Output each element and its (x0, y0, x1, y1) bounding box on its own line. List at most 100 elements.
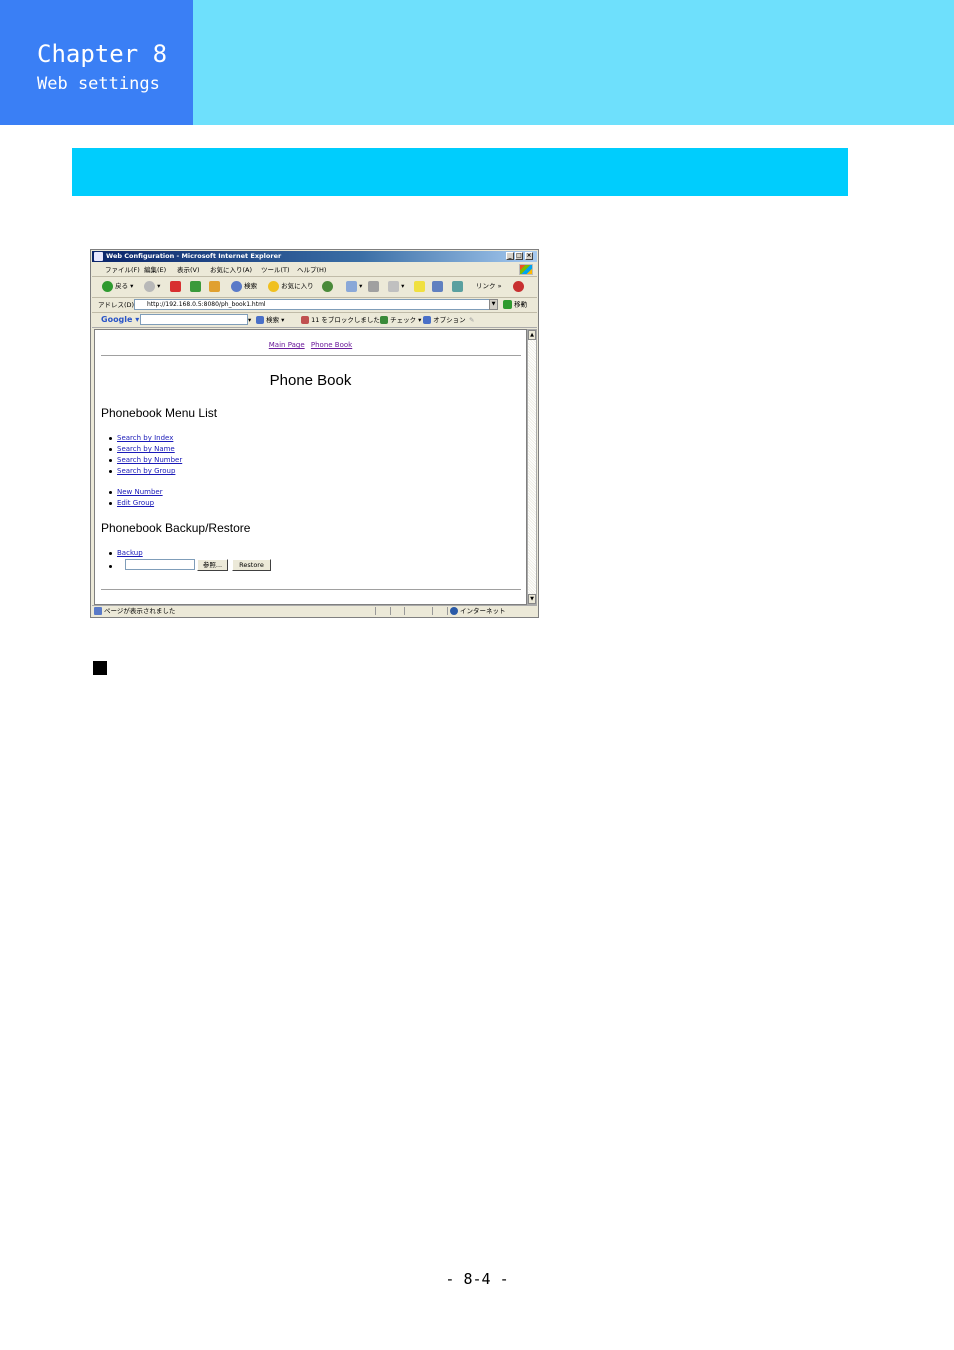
menu-favorites[interactable]: お気に入り(A) (210, 266, 252, 274)
messenger-icon (432, 280, 443, 292)
bottom-divider (101, 589, 521, 590)
favorites-button[interactable]: お気に入り (268, 280, 314, 293)
page-title: Phone Book (269, 372, 352, 389)
links-label: リンク (476, 282, 496, 290)
notes-button[interactable] (414, 280, 425, 293)
menu-edit[interactable]: 編集(E) (144, 266, 166, 274)
menu-file[interactable]: ファイル(F) (105, 266, 140, 274)
scroll-up-arrow-icon[interactable]: ▲ (528, 330, 536, 340)
ie-app-icon (94, 252, 103, 261)
home-button[interactable] (209, 280, 220, 293)
address-dropdown-button[interactable]: ▼ (489, 299, 498, 310)
mail-button[interactable]: ▾ (346, 280, 362, 293)
vertical-scrollbar[interactable]: ▲ ▼ (527, 329, 537, 605)
maximize-button[interactable]: □ (515, 252, 523, 260)
menu-help[interactable]: ヘルプ(H) (297, 266, 326, 274)
options-button[interactable]: オプション (423, 316, 466, 324)
pencil-icon[interactable]: ✎ (469, 316, 474, 324)
back-arrow-icon (102, 280, 113, 292)
options-label: オプション (433, 316, 466, 324)
status-divider (375, 607, 376, 615)
status-divider (404, 607, 405, 615)
spell-check-button[interactable]: チェック ▾ (380, 316, 421, 324)
history-button[interactable] (322, 280, 333, 293)
status-bar: ページが表示されました インターネット (92, 605, 537, 617)
ie-extra-button[interactable] (513, 280, 524, 293)
messenger-button[interactable] (432, 280, 443, 293)
stop-button[interactable] (170, 280, 181, 293)
edit-button[interactable]: ▾ (388, 280, 404, 293)
home-icon (209, 280, 220, 292)
minimize-button[interactable]: _ (506, 252, 514, 260)
link-backup[interactable]: Backup (109, 548, 143, 558)
chapter-title: Chapter 8 (37, 40, 168, 68)
browse-button[interactable]: 参照... (197, 559, 228, 571)
forward-arrow-icon (144, 280, 155, 292)
print-icon (368, 280, 379, 292)
link-search-by-group[interactable]: Search by Group (108, 466, 175, 476)
menu-tools[interactable]: ツール(T) (261, 266, 290, 274)
chapter-header-box: Chapter 8 Web settings (0, 0, 193, 125)
restore-button[interactable]: Restore (232, 559, 271, 571)
link-edit-group[interactable]: Edit Group (108, 498, 154, 508)
menu-bar: ファイル(F) 編集(E) 表示(V) お気に入り(A) ツール(T) ヘルプ(… (92, 263, 537, 277)
google-logo-text: Google (101, 315, 133, 324)
forward-button[interactable]: ▾ (144, 280, 160, 293)
link-search-by-name[interactable]: Search by Name (109, 444, 175, 454)
links-button[interactable]: リンク » (476, 280, 502, 293)
print-button[interactable] (368, 280, 379, 293)
page-viewport: Main Page Phone Book Phone Book Phoneboo… (94, 329, 527, 605)
stop-icon (170, 280, 181, 292)
nav-link-main-page[interactable]: Main Page (269, 341, 305, 349)
refresh-icon (190, 280, 201, 292)
history-icon (322, 280, 333, 292)
scroll-down-arrow-icon[interactable]: ▼ (528, 594, 536, 604)
internet-zone-icon (450, 607, 458, 615)
google-search-input[interactable] (140, 314, 248, 325)
backup-heading: Phonebook Backup/Restore (101, 521, 251, 535)
browser-window: Web Configuration - Microsoft Internet E… (90, 249, 539, 618)
spell-check-label: チェック (390, 316, 417, 324)
back-button[interactable]: 戻る ▾ (102, 280, 133, 293)
chapter-subtitle: Web settings (37, 74, 160, 94)
address-input[interactable]: http://192.168.0.5:8080/ph_book1.html (134, 299, 498, 310)
address-bar: アドレス(D) http://192.168.0.5:8080/ph_book1… (92, 298, 537, 313)
research-button[interactable] (452, 280, 463, 293)
refresh-button[interactable] (190, 280, 201, 293)
edit-icon (388, 280, 399, 292)
link-search-by-index[interactable]: Search by Index (108, 433, 173, 443)
menu-view[interactable]: 表示(V) (177, 266, 200, 274)
google-dropdown-button[interactable]: ▾ (248, 316, 251, 324)
address-label: アドレス(D) (98, 301, 135, 309)
windows-logo-icon (519, 264, 533, 275)
mail-icon (346, 280, 357, 292)
spell-check-icon (380, 316, 388, 324)
nav-link-phone-book[interactable]: Phone Book (311, 341, 352, 349)
browser-title-bar: Web Configuration - Microsoft Internet E… (92, 251, 537, 262)
section-heading-bar (72, 148, 848, 196)
close-button[interactable]: × (525, 252, 533, 260)
popup-blocked-button[interactable]: 11 をブロックしました (301, 316, 380, 324)
google-logo[interactable]: Google ▾ (101, 315, 139, 325)
go-arrow-icon (503, 300, 512, 309)
back-label: 戻る (115, 282, 129, 290)
go-label: 移動 (514, 300, 528, 309)
go-button[interactable]: 移動 (503, 300, 527, 310)
options-icon (423, 316, 431, 324)
link-search-by-number[interactable]: Search by Number (108, 455, 182, 465)
search-button[interactable]: 検索 (231, 280, 257, 293)
page-done-icon (94, 607, 102, 615)
status-divider (447, 607, 448, 615)
search-label: 検索 (244, 282, 258, 290)
research-icon (452, 280, 463, 292)
security-zone-text: インターネット (460, 607, 506, 615)
restore-file-input[interactable] (125, 559, 195, 570)
search-icon (231, 280, 242, 292)
google-search-button[interactable]: 検索 ▾ (256, 316, 284, 324)
link-new-number[interactable]: New Number (109, 487, 163, 497)
google-toolbar: Google ▾ ▾ 検索 ▾ 11 をブロックしました チェック ▾ オプショ… (92, 313, 537, 328)
status-divider (390, 607, 391, 615)
status-text: ページが表示されました (104, 607, 176, 615)
popup-blocked-label: 11 をブロックしました (311, 316, 380, 324)
note-icon (414, 280, 425, 292)
